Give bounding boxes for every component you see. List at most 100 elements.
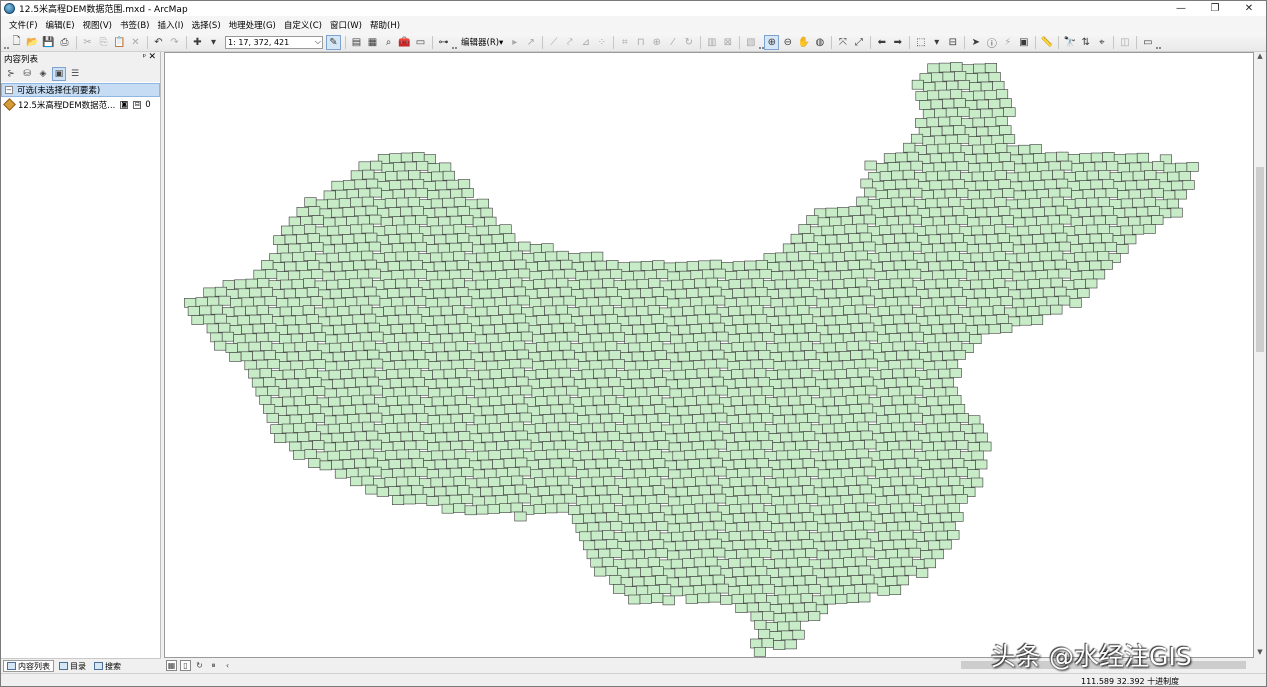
- dem-tile[interactable]: [670, 334, 683, 345]
- dem-tile[interactable]: [477, 396, 490, 407]
- dem-tile[interactable]: [244, 333, 257, 344]
- dem-tile[interactable]: [816, 271, 830, 282]
- dem-tile[interactable]: [830, 414, 843, 425]
- dem-tile[interactable]: [903, 367, 916, 378]
- dem-tile[interactable]: [440, 333, 453, 344]
- dem-tile[interactable]: [847, 539, 860, 550]
- dem-tile[interactable]: [1070, 244, 1083, 254]
- dem-tile[interactable]: [739, 585, 752, 596]
- dem-tile[interactable]: [655, 575, 668, 585]
- dem-tile[interactable]: [807, 359, 821, 369]
- dem-tile[interactable]: [1059, 187, 1072, 198]
- dem-tile[interactable]: [693, 585, 706, 595]
- dem-tile[interactable]: [748, 467, 762, 478]
- toolbar-grip[interactable]: [1156, 43, 1160, 49]
- dem-tile[interactable]: [1043, 260, 1056, 271]
- dem-tile[interactable]: [496, 414, 509, 424]
- dem-tile[interactable]: [284, 261, 297, 272]
- dem-tile[interactable]: [887, 189, 900, 199]
- dem-tile[interactable]: [1136, 179, 1149, 190]
- dem-tile[interactable]: [831, 333, 844, 344]
- dem-tile[interactable]: [555, 304, 568, 315]
- dem-tile[interactable]: [1029, 171, 1042, 181]
- dem-tile[interactable]: [381, 415, 394, 425]
- dem-tile[interactable]: [593, 341, 606, 352]
- dem-tile[interactable]: [410, 287, 423, 297]
- dem-tile[interactable]: [643, 575, 656, 586]
- dem-tile[interactable]: [611, 440, 624, 450]
- dem-tile[interactable]: [668, 469, 681, 480]
- dem-tile[interactable]: [360, 304, 373, 315]
- dem-tile[interactable]: [1023, 270, 1037, 281]
- dem-tile[interactable]: [431, 396, 444, 407]
- dem-tile[interactable]: [698, 485, 711, 496]
- dem-tile[interactable]: [853, 386, 866, 397]
- dem-tile[interactable]: [580, 423, 594, 434]
- dem-tile[interactable]: [610, 467, 624, 477]
- dem-tile[interactable]: [403, 269, 416, 280]
- dem-tile[interactable]: [902, 475, 915, 486]
- dem-tile[interactable]: [922, 361, 936, 371]
- dem-tile[interactable]: [286, 405, 299, 416]
- dem-tile[interactable]: [294, 368, 307, 379]
- dem-tile[interactable]: [206, 323, 219, 334]
- dem-tile[interactable]: [895, 377, 909, 388]
- dem-tile[interactable]: [836, 261, 849, 271]
- dem-tile[interactable]: [533, 279, 546, 289]
- dem-tile[interactable]: [893, 512, 907, 523]
- dem-tile[interactable]: [1132, 170, 1145, 181]
- dem-tile[interactable]: [739, 557, 753, 568]
- dem-tile[interactable]: [829, 468, 842, 479]
- menu-help[interactable]: 帮助(H): [366, 19, 404, 31]
- dem-tile[interactable]: [673, 369, 686, 380]
- dem-tile[interactable]: [346, 441, 359, 451]
- dem-tile[interactable]: [407, 224, 420, 234]
- dem-tile[interactable]: [951, 260, 964, 270]
- dem-tile[interactable]: [649, 449, 662, 459]
- dem-tile[interactable]: [281, 423, 294, 434]
- dem-tile[interactable]: [1151, 215, 1164, 225]
- dem-tile[interactable]: [459, 323, 472, 333]
- dem-tile[interactable]: [1047, 242, 1060, 253]
- dem-tile[interactable]: [657, 440, 670, 450]
- maximize-button[interactable]: ❐: [1198, 1, 1232, 16]
- dem-tile[interactable]: [381, 442, 394, 452]
- dem-tile[interactable]: [380, 217, 393, 227]
- dem-tile[interactable]: [840, 522, 853, 532]
- dem-tile[interactable]: [1186, 162, 1199, 172]
- dem-tile[interactable]: [883, 153, 897, 163]
- dem-tile[interactable]: [975, 153, 989, 164]
- dem-tile[interactable]: [340, 342, 353, 352]
- dem-tile[interactable]: [507, 440, 520, 451]
- dem-tile[interactable]: [706, 502, 719, 513]
- dem-tile[interactable]: [361, 223, 374, 234]
- dem-tile[interactable]: [280, 252, 293, 263]
- dem-tile[interactable]: [751, 556, 764, 567]
- dem-tile[interactable]: [529, 298, 542, 308]
- dem-tile[interactable]: [451, 359, 464, 370]
- dem-tile[interactable]: [445, 233, 458, 244]
- dem-tile[interactable]: [406, 305, 419, 315]
- dem-tile[interactable]: [997, 260, 1010, 270]
- dem-tile[interactable]: [954, 323, 967, 333]
- dem-tile[interactable]: [916, 568, 929, 578]
- dem-tile[interactable]: [606, 260, 619, 270]
- dem-tile[interactable]: [358, 413, 371, 424]
- dem-tile[interactable]: [938, 341, 951, 352]
- dem-tile[interactable]: [403, 467, 416, 478]
- dem-tile[interactable]: [735, 576, 748, 587]
- dem-tile[interactable]: [839, 576, 852, 586]
- dem-tile[interactable]: [575, 496, 589, 506]
- dem-tile[interactable]: [712, 349, 725, 360]
- dem-tile[interactable]: [793, 548, 806, 559]
- dem-tile[interactable]: [359, 332, 372, 343]
- dem-tile[interactable]: [476, 252, 489, 263]
- dem-tile[interactable]: [395, 278, 408, 289]
- dem-tile[interactable]: [442, 197, 455, 208]
- dem-tile[interactable]: [1089, 260, 1102, 271]
- dem-tile[interactable]: [1001, 215, 1014, 225]
- dem-tile[interactable]: [735, 351, 748, 362]
- dem-tile[interactable]: [1052, 169, 1065, 180]
- scroll-up-icon[interactable]: ▲: [1254, 52, 1266, 62]
- dem-tile[interactable]: [586, 549, 599, 560]
